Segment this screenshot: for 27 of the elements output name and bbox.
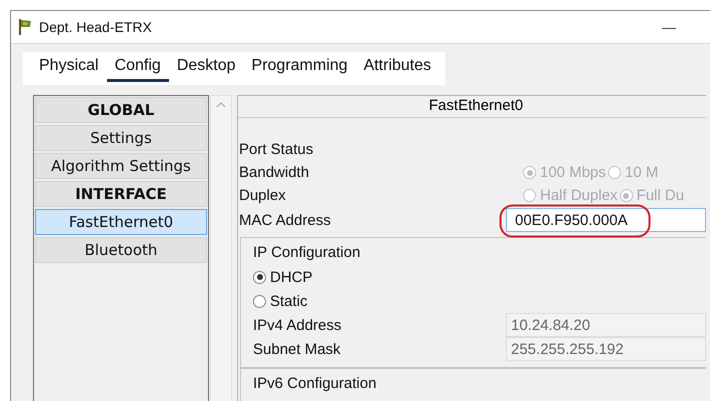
flag-icon — [17, 18, 33, 36]
group-title: IPv6 Configuration — [253, 375, 378, 394]
panel-header: FastEthernet0 — [238, 96, 706, 118]
field-label: IPv4 Address — [253, 316, 342, 334]
radio-button[interactable]: Static — [253, 289, 308, 313]
tab[interactable]: Desktop — [168, 57, 244, 82]
section-header[interactable]: INTERFACE — [35, 181, 207, 207]
scroll-bar[interactable] — [210, 95, 232, 401]
sidebar-item[interactable]: FastEthernet0 — [35, 209, 207, 235]
group-title: IP Configuration — [253, 244, 362, 263]
field-label: Subnet Mask — [253, 340, 342, 358]
field-label: Port Status — [239, 141, 314, 158]
mac-address-field[interactable]: 00E0.F950.000A — [506, 208, 706, 232]
sidebar-item[interactable]: Settings — [35, 125, 207, 151]
window-title: Dept. Head-ETRX — [39, 19, 152, 35]
minimize-button[interactable]: — — [662, 19, 676, 35]
section-header[interactable]: GLOBAL — [35, 97, 207, 123]
tab[interactable]: Attributes — [356, 57, 440, 82]
field-label: MAC Address — [239, 212, 332, 228]
field-label: Duplex — [239, 187, 287, 204]
tab[interactable]: Physical — [31, 57, 107, 82]
sidebar-item[interactable]: Bluetooth — [35, 237, 207, 263]
tab[interactable]: Programming — [244, 57, 356, 82]
field-label: Bandwidth — [239, 164, 310, 181]
radio-button[interactable]: DHCP — [253, 265, 313, 289]
sidebar-item[interactable]: Algorithm Settings — [35, 153, 207, 179]
tab[interactable]: Config — [106, 57, 169, 82]
